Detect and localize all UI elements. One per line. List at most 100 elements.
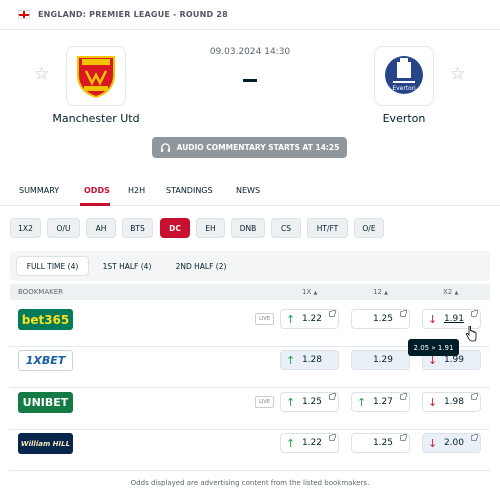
- odd-cell-1x[interactable]: ↑ 1.28: [280, 350, 339, 370]
- odd-cell-12[interactable]: ↑ 1.27: [351, 392, 410, 412]
- market-chips: 1X2 O/U AH BTS DC EH DNB CS HT/FT O/E: [0, 218, 500, 240]
- header-1x[interactable]: 1X ▲: [302, 288, 317, 296]
- external-link-icon: [400, 393, 407, 400]
- sort-arrow-icon: ▲: [313, 290, 318, 296]
- odds-table-header: BOOKMAKER 1X ▲ 12 ▲ X2 ▲: [10, 284, 490, 300]
- odds-row-william-hill: William HILL ↑ 1.22 1.25 ↓ 2.00: [10, 433, 490, 471]
- arrow-down-icon: ↓: [428, 437, 438, 450]
- live-badge: LIVE: [255, 313, 274, 325]
- odd-value: 1.22: [301, 314, 322, 324]
- score-separator: [243, 79, 257, 82]
- arrow-up-icon: ↑: [286, 437, 296, 450]
- chip-over-under[interactable]: O/U: [47, 218, 80, 238]
- headphones-icon: [160, 143, 170, 153]
- league-label[interactable]: ENGLAND: PREMIER LEAGUE - ROUND 28: [38, 10, 228, 19]
- sort-arrow-icon: ▲: [454, 290, 459, 296]
- away-favorite-star-icon[interactable]: ☆: [450, 64, 465, 84]
- external-link-icon: [400, 434, 407, 441]
- header-12[interactable]: 12 ▲: [373, 288, 388, 296]
- chip-both-teams-score[interactable]: BTS: [122, 218, 153, 238]
- external-link-icon: [471, 393, 478, 400]
- home-team-crest[interactable]: [66, 46, 126, 106]
- odd-value: 1.25: [372, 314, 393, 324]
- hand-cursor-icon: [465, 326, 477, 342]
- svg-text:Everton: Everton: [392, 85, 416, 92]
- home-favorite-star-icon[interactable]: ☆: [34, 64, 49, 84]
- arrow-up-icon: ↑: [286, 396, 296, 409]
- external-link-icon: [471, 434, 478, 441]
- header-1x-label: 1X: [302, 288, 312, 296]
- tab-odds[interactable]: ODDS: [84, 186, 110, 195]
- advertising-disclaimer: Odds displayed are advertising content f…: [130, 479, 370, 487]
- odd-cell-x2[interactable]: ↓ 2.00: [422, 433, 481, 453]
- chip-asian-handicap[interactable]: AH: [86, 218, 116, 238]
- away-team-name[interactable]: Everton: [334, 112, 474, 125]
- away-team-crest[interactable]: Everton: [374, 46, 434, 106]
- william-hill-logo[interactable]: William HILL: [18, 433, 73, 454]
- odd-cell-12[interactable]: 1.25: [351, 309, 410, 329]
- external-link-icon: [400, 310, 407, 317]
- odds-change-tooltip: 2.05 » 1.91: [408, 339, 459, 356]
- period-first-half[interactable]: 1ST HALF (4): [94, 256, 160, 276]
- match-tabs: SUMMARY ODDS H2H STANDINGS NEWS: [0, 179, 500, 206]
- chip-odd-even[interactable]: O/E: [354, 218, 384, 238]
- chip-half-full-time[interactable]: HT/FT: [307, 218, 348, 238]
- odd-value: 1.25: [301, 397, 322, 407]
- live-badge: LIVE: [255, 396, 274, 408]
- odd-value: 1.98: [443, 397, 464, 407]
- odd-cell-1x[interactable]: ↑ 1.22: [280, 433, 339, 453]
- chip-1x2[interactable]: 1X2: [10, 218, 41, 238]
- chip-european-handicap[interactable]: EH: [196, 218, 225, 238]
- odd-value: 1.25: [372, 438, 393, 448]
- manchester-utd-crest-icon: [77, 56, 115, 99]
- audio-commentary-button[interactable]: AUDIO COMMENTARY STARTS AT 14:25: [152, 137, 347, 158]
- odds-row-unibet: UNIBET LIVE ↑ 1.25 ↑ 1.27 ↓ 1.98: [10, 392, 490, 430]
- odd-value: 1.91: [443, 314, 464, 324]
- tab-h2h[interactable]: H2H: [128, 186, 145, 195]
- odd-value: 1.28: [301, 355, 322, 365]
- unibet-logo[interactable]: UNIBET: [18, 392, 73, 413]
- odd-cell-12[interactable]: 1.29: [351, 350, 410, 370]
- odd-cell-1x[interactable]: ↑ 1.22: [280, 309, 339, 329]
- everton-crest-icon: Everton: [385, 56, 423, 94]
- tab-news[interactable]: NEWS: [236, 186, 260, 195]
- external-link-icon: [329, 310, 336, 317]
- odd-value: 1.99: [443, 355, 464, 365]
- league-bar[interactable]: ENGLAND: PREMIER LEAGUE - ROUND 28: [0, 0, 500, 30]
- external-link-icon: [329, 393, 336, 400]
- tab-summary[interactable]: SUMMARY: [19, 186, 59, 195]
- period-full-time[interactable]: FULL TIME (4): [16, 256, 89, 276]
- chip-draw-no-bet[interactable]: DNB: [231, 218, 265, 238]
- arrow-down-icon: ↓: [428, 313, 438, 326]
- bet365-logo[interactable]: bet365: [18, 309, 73, 330]
- external-link-icon: [471, 310, 478, 317]
- chip-double-chance[interactable]: DC: [160, 218, 190, 238]
- header-bookmaker: BOOKMAKER: [18, 288, 63, 296]
- odd-cell-12[interactable]: 1.25: [351, 433, 410, 453]
- arrow-down-icon: ↓: [428, 396, 438, 409]
- tab-standings[interactable]: STANDINGS: [166, 186, 213, 195]
- header-12-label: 12: [373, 288, 382, 296]
- external-link-icon: [329, 434, 336, 441]
- odd-cell-x2[interactable]: ↓ 1.98: [422, 392, 481, 412]
- arrow-up-icon: ↑: [286, 354, 296, 367]
- arrow-up-icon: ↑: [286, 313, 296, 326]
- odd-value: 1.27: [372, 397, 393, 407]
- england-flag-icon: [18, 10, 30, 19]
- odd-value: 1.29: [372, 355, 393, 365]
- period-selector: FULL TIME (4) 1ST HALF (4) 2ND HALF (2): [10, 251, 490, 281]
- home-team-name[interactable]: Manchester Utd: [26, 112, 166, 125]
- odd-value: 2.00: [443, 438, 464, 448]
- odd-cell-1x[interactable]: ↑ 1.25: [280, 392, 339, 412]
- arrow-up-icon: ↑: [357, 396, 367, 409]
- header-x2[interactable]: X2 ▲: [443, 288, 458, 296]
- active-tab-indicator: [80, 203, 110, 206]
- period-second-half[interactable]: 2ND HALF (2): [166, 256, 236, 276]
- header-x2-label: X2: [443, 288, 453, 296]
- odd-value: 1.22: [301, 438, 322, 448]
- match-date: 09.03.2024 14:30: [209, 47, 291, 57]
- audio-commentary-label: AUDIO COMMENTARY STARTS AT 14:25: [176, 143, 340, 152]
- sort-arrow-icon: ▲: [384, 290, 389, 296]
- chip-correct-score[interactable]: CS: [271, 218, 301, 238]
- 1xbet-logo[interactable]: 1XBET: [18, 350, 73, 371]
